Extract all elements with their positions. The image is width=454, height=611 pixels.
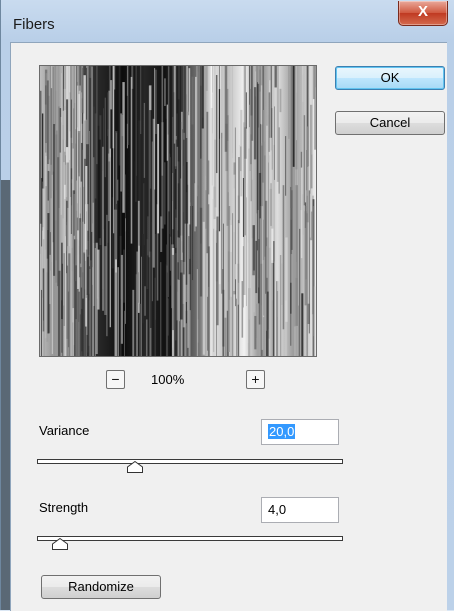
zoom-out-button[interactable]: − — [106, 370, 125, 389]
randomize-button[interactable]: Randomize — [41, 575, 161, 599]
variance-label: Variance — [39, 423, 89, 438]
dialog-body: − 100% + Variance 20,0 Strength 4,0 OK C… — [10, 42, 447, 611]
variance-slider-thumb[interactable] — [127, 461, 143, 473]
filter-preview-image[interactable] — [39, 65, 317, 357]
ok-button[interactable]: OK — [335, 66, 445, 90]
close-button[interactable]: X — [398, 1, 448, 26]
variance-value: 20,0 — [268, 424, 295, 439]
zoom-in-icon: + — [251, 371, 259, 387]
close-icon: X — [418, 3, 428, 20]
window-title: Fibers — [13, 16, 55, 33]
strength-label: Strength — [39, 500, 88, 515]
zoom-in-button[interactable]: + — [246, 370, 265, 389]
strength-slider-thumb[interactable] — [52, 538, 68, 550]
strength-input[interactable]: 4,0 — [261, 497, 339, 523]
window-frame: Fibers X − 100% + Variance 20,0 Strength… — [0, 0, 454, 610]
zoom-level: 100% — [151, 372, 184, 387]
variance-input[interactable]: 20,0 — [261, 419, 339, 445]
title-bar[interactable]: Fibers X — [1, 0, 454, 42]
strength-slider-track[interactable] — [37, 536, 343, 541]
zoom-out-icon: − — [111, 371, 119, 387]
variance-slider-track[interactable] — [37, 459, 343, 464]
cancel-button[interactable]: Cancel — [335, 111, 445, 135]
strength-value: 4,0 — [268, 502, 286, 517]
window-edge — [1, 180, 10, 610]
fiber-texture — [40, 66, 316, 356]
